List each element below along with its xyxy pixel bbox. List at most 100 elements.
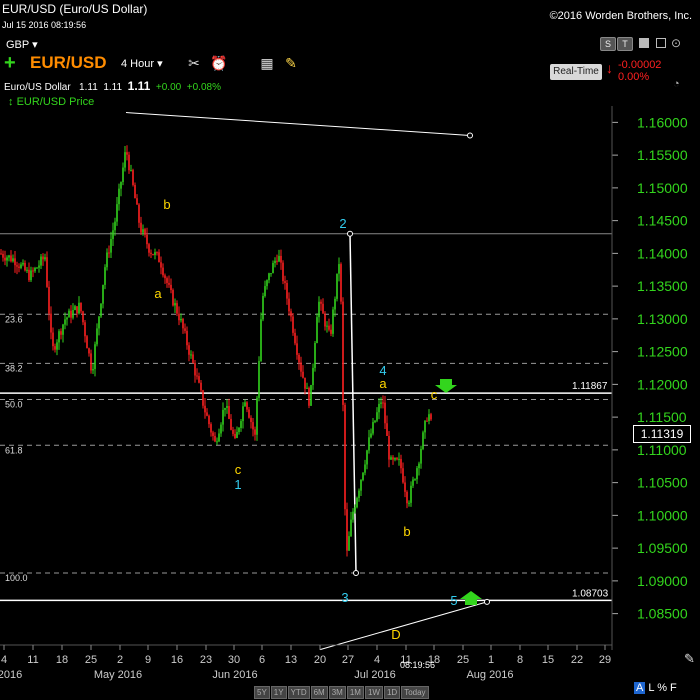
candle-body <box>76 306 78 314</box>
candle-body <box>216 441 218 443</box>
candle-body <box>430 414 432 420</box>
candle-body <box>278 255 280 262</box>
candle-body <box>106 252 108 268</box>
candle-body <box>394 458 396 460</box>
range-tab[interactable]: 1Y <box>270 686 287 699</box>
range-tab[interactable]: 5Y <box>254 686 270 699</box>
wave-label: c <box>431 387 438 402</box>
candle-body <box>284 281 286 283</box>
y-tick-label: 1.15500 <box>637 147 688 163</box>
candle-body <box>194 362 196 376</box>
candle-body <box>286 282 288 299</box>
candle-body <box>186 330 188 346</box>
candle-body <box>96 328 98 345</box>
candle-body <box>206 412 208 416</box>
candle-body <box>162 267 164 276</box>
candle-body <box>38 265 40 268</box>
month-label: May 2016 <box>94 669 142 681</box>
wave-label: D <box>391 627 400 642</box>
y-tick-label: 1.10500 <box>637 475 688 491</box>
scale-options: A L % F <box>634 682 677 694</box>
auto-scale-button[interactable]: A <box>634 682 646 694</box>
x-tick-label: 27 <box>342 654 354 666</box>
candle-body <box>340 264 342 302</box>
x-tick-label: 23 <box>200 654 212 666</box>
price-level-label: 1.11867 <box>572 381 608 392</box>
y-tick-label: 1.14000 <box>637 245 688 261</box>
candle-body <box>98 316 100 329</box>
candle-body <box>426 420 428 422</box>
candle-body <box>320 301 322 304</box>
candle-body <box>276 260 278 262</box>
candle-body <box>34 267 36 272</box>
candle-body <box>420 448 422 464</box>
candle-body <box>358 490 360 498</box>
candle-body <box>402 468 404 483</box>
candle-body <box>40 256 42 266</box>
range-tab[interactable]: 1D <box>383 686 401 699</box>
candle-body <box>116 204 118 222</box>
candle-body <box>4 257 6 261</box>
fit-scale-button[interactable]: F <box>670 682 677 694</box>
candle-body <box>336 273 338 299</box>
price-chart[interactable]: 23.6 38.2 50.0 61.8 100.0 1.11867 1.08703 b a c… <box>0 0 700 700</box>
range-tab[interactable]: 3M <box>328 686 346 699</box>
candle-body <box>240 421 242 428</box>
candle-body <box>380 402 382 404</box>
up-arrow-icon <box>460 591 482 605</box>
percent-scale-button[interactable]: % <box>657 682 667 694</box>
candle-body <box>122 167 124 183</box>
wave-label: 3 <box>341 590 348 605</box>
candle-body <box>312 367 314 386</box>
candle-body <box>264 286 266 296</box>
bottom-trend-line <box>319 601 488 651</box>
x-tick-label: 8 <box>517 654 523 666</box>
x-tick-label: 2 <box>117 654 123 666</box>
candle-body <box>334 298 336 310</box>
candle-body <box>396 458 398 460</box>
range-tab[interactable]: YTD <box>287 686 310 699</box>
candle-body <box>74 306 76 310</box>
candle-body <box>8 255 10 258</box>
range-tab[interactable]: 1W <box>364 686 383 699</box>
candle-body <box>422 432 424 449</box>
candle-body <box>120 182 122 189</box>
wave-label: 2 <box>339 216 346 231</box>
y-tick-label: 1.13500 <box>637 278 688 294</box>
candle-body <box>84 322 86 337</box>
x-tick-label: 29 <box>599 654 611 666</box>
trend-endpoint <box>353 570 359 577</box>
candle-body <box>288 298 290 312</box>
candle-body <box>6 257 8 261</box>
x-tick-label: 1 <box>488 654 494 666</box>
candle-body <box>192 354 194 363</box>
candle-body <box>140 222 142 233</box>
fib-level-label: 23.6 <box>5 314 23 324</box>
candle-body <box>60 331 62 335</box>
x-tick-label: 25 <box>85 654 97 666</box>
candle-body <box>0 253 2 255</box>
y-tick-label: 1.09000 <box>637 573 688 589</box>
candle-body <box>150 252 152 255</box>
horizontal-lines: 1.11867 1.08703 <box>0 381 612 602</box>
candle-body <box>68 310 70 318</box>
down-arrow-icon <box>435 379 457 393</box>
draw-pencil-icon[interactable]: ✎ <box>684 651 695 667</box>
candle-body <box>176 303 178 314</box>
candle-body <box>282 262 284 282</box>
range-tab[interactable]: 1M <box>346 686 364 699</box>
candle-body <box>272 263 274 274</box>
fib-level-label: 38.2 <box>5 363 23 373</box>
range-tab[interactable]: 6M <box>310 686 328 699</box>
trend-endpoint <box>484 598 490 605</box>
candle-body <box>252 422 254 430</box>
fib-levels: 23.6 38.2 50.0 61.8 100.0 <box>0 313 612 583</box>
candles <box>0 145 432 557</box>
range-tab[interactable]: Today <box>401 686 429 699</box>
wave-label: 5 <box>450 593 457 608</box>
candle-body <box>368 437 370 451</box>
x-tick-label: 4 <box>1 654 7 666</box>
candle-body <box>404 482 406 492</box>
candle-body <box>102 284 104 304</box>
log-scale-button[interactable]: L <box>648 682 654 694</box>
